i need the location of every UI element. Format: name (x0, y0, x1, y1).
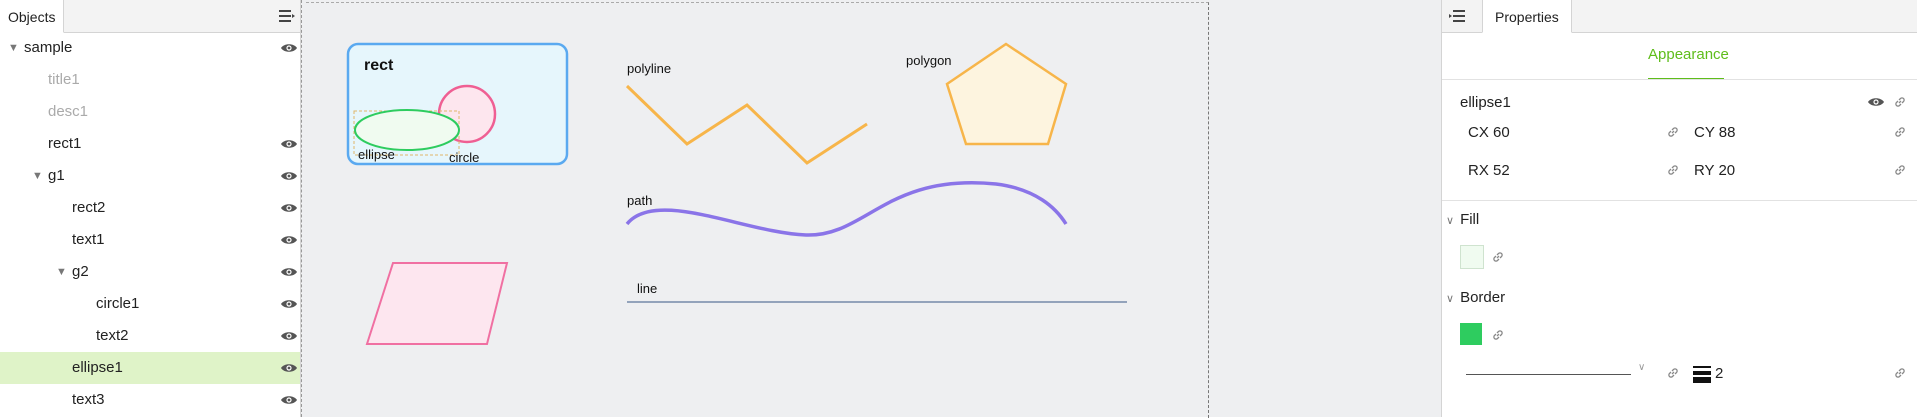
border-label: Border (1460, 289, 1506, 306)
chevron-down-icon: ∨ (1446, 293, 1455, 305)
eye-icon[interactable] (280, 169, 298, 183)
field-cx[interactable]: CX 60 (1468, 124, 1510, 141)
tree-item-label: rect1 (48, 135, 82, 152)
polyline-shape[interactable] (625, 84, 868, 165)
tree-item-rect2[interactable]: rect2 (0, 192, 300, 224)
eye-icon[interactable] (280, 361, 298, 375)
line-label: line (637, 281, 657, 296)
tree-item-label: rect2 (72, 199, 106, 216)
link-icon[interactable] (1893, 95, 1907, 109)
link-icon[interactable] (1893, 366, 1907, 380)
field-rx[interactable]: RX 52 (1468, 162, 1510, 179)
polygon-label: polygon (906, 53, 952, 68)
fill-label: Fill (1460, 211, 1480, 228)
link-icon[interactable] (1666, 366, 1680, 380)
eye-icon[interactable] (280, 137, 298, 151)
stroke-width-icon (1693, 366, 1711, 383)
artboard-drawing: rect ellipse circle polyline polygon pat… (346, 42, 1127, 345)
border-color-swatch[interactable] (1460, 323, 1482, 345)
object-name: ellipse1 (1460, 94, 1511, 111)
field-ry-label: RY (1694, 162, 1715, 179)
tree-item-circle1[interactable]: circle1 (0, 288, 300, 320)
ellipse-label: ellipse (358, 147, 395, 162)
tree-item-label: title1 (48, 71, 80, 88)
link-icon[interactable] (1666, 163, 1680, 177)
properties-tabbar: Properties (1442, 0, 1917, 33)
field-ry[interactable]: RY 20 (1694, 162, 1735, 179)
fill-section-header[interactable]: ∨ Fill (1446, 211, 1479, 228)
stroke-style-select[interactable]: ∨ (1466, 360, 1646, 380)
tab-appearance[interactable]: Appearance (1648, 46, 1729, 63)
tree-item-title1[interactable]: title1 (0, 64, 300, 96)
field-cy-value[interactable]: 88 (1719, 124, 1736, 141)
eye-icon[interactable] (280, 201, 298, 215)
objects-panel: Objects ▼ sample title1 desc1 rect1 ▼ g1 rect2 t… (0, 0, 301, 417)
panel-menu-icon[interactable] (278, 8, 296, 24)
tree-item-label: g2 (72, 263, 89, 280)
path-shape[interactable] (625, 181, 1068, 237)
eye-icon[interactable] (280, 297, 298, 311)
chevron-down-icon: ∨ (1446, 215, 1455, 227)
tree-item-rect1[interactable]: rect1 (0, 128, 300, 160)
tree-item-label: circle1 (96, 295, 140, 312)
eye-icon[interactable] (1867, 95, 1885, 109)
expand-caret-icon[interactable]: ▼ (56, 256, 67, 288)
tab-objects[interactable]: Objects (0, 0, 65, 33)
eye-icon[interactable] (280, 41, 298, 55)
expand-caret-icon[interactable]: ▼ (8, 32, 19, 64)
tree-item-label: sample (24, 39, 73, 56)
field-rx-value[interactable]: 52 (1493, 162, 1510, 179)
tree-item-g2[interactable]: ▼ g2 (0, 256, 300, 288)
field-rx-label: RX (1468, 162, 1489, 179)
tree-item-label: text2 (96, 327, 129, 344)
field-ry-value[interactable]: 20 (1718, 162, 1735, 179)
tree-item-label: desc1 (48, 103, 89, 120)
eye-icon[interactable] (280, 265, 298, 279)
divider (1442, 79, 1917, 80)
eye-icon[interactable] (280, 393, 298, 407)
panel-menu-icon[interactable] (1448, 8, 1466, 24)
tree-item-text3[interactable]: text3 (0, 384, 300, 416)
divider (1442, 200, 1917, 201)
stroke-style-preview (1466, 374, 1631, 375)
eye-icon[interactable] (280, 233, 298, 247)
tree-item-label: ellipse1 (72, 359, 123, 376)
link-icon[interactable] (1893, 125, 1907, 139)
expand-caret-icon[interactable]: ▼ (32, 160, 43, 192)
tree-item-ellipse1[interactable]: ellipse1 (0, 352, 300, 384)
tree-item-label: g1 (48, 167, 65, 184)
tab-properties[interactable]: Properties (1482, 0, 1572, 33)
artboard[interactable]: rect ellipse circle polyline polygon pat… (306, 2, 1209, 418)
field-cx-label: CX (1468, 124, 1489, 141)
tree-item-text2[interactable]: text2 (0, 320, 300, 352)
tree-item-label: text3 (72, 391, 105, 408)
fill-color-swatch[interactable] (1460, 245, 1484, 269)
chevron-down-icon: ∨ (1638, 362, 1646, 373)
tree-item-desc1[interactable]: desc1 (0, 96, 300, 128)
tree-item-label: text1 (72, 231, 105, 248)
stroke-width-value[interactable]: 2 (1715, 365, 1723, 382)
tree-item-text1[interactable]: text1 (0, 224, 300, 256)
eye-icon[interactable] (280, 329, 298, 343)
parallelogram-shape[interactable] (365, 262, 509, 345)
rect-label: rect (364, 57, 394, 74)
border-section-header[interactable]: ∨ Border (1446, 289, 1505, 306)
objects-tabbar: Objects (0, 0, 300, 33)
field-cx-value[interactable]: 60 (1493, 124, 1510, 141)
ellipse-shape[interactable] (354, 109, 460, 151)
polyline-label: polyline (627, 61, 671, 76)
object-tree: ▼ sample title1 desc1 rect1 ▼ g1 rect2 text1 ▼ g2 c… (0, 32, 300, 416)
properties-panel: Properties Appearance ellipse1 CX 60 CY … (1441, 0, 1917, 417)
tree-item-sample[interactable]: ▼ sample (0, 32, 300, 64)
field-cy-label: CY (1694, 124, 1715, 141)
tree-item-g1[interactable]: ▼ g1 (0, 160, 300, 192)
field-cy[interactable]: CY 88 (1694, 124, 1735, 141)
polygon-shape[interactable] (945, 42, 1068, 146)
link-icon[interactable] (1893, 163, 1907, 177)
link-icon[interactable] (1491, 328, 1505, 342)
link-icon[interactable] (1491, 250, 1505, 264)
path-label: path (627, 193, 652, 208)
circle-label: circle (449, 150, 479, 165)
link-icon[interactable] (1666, 125, 1680, 139)
